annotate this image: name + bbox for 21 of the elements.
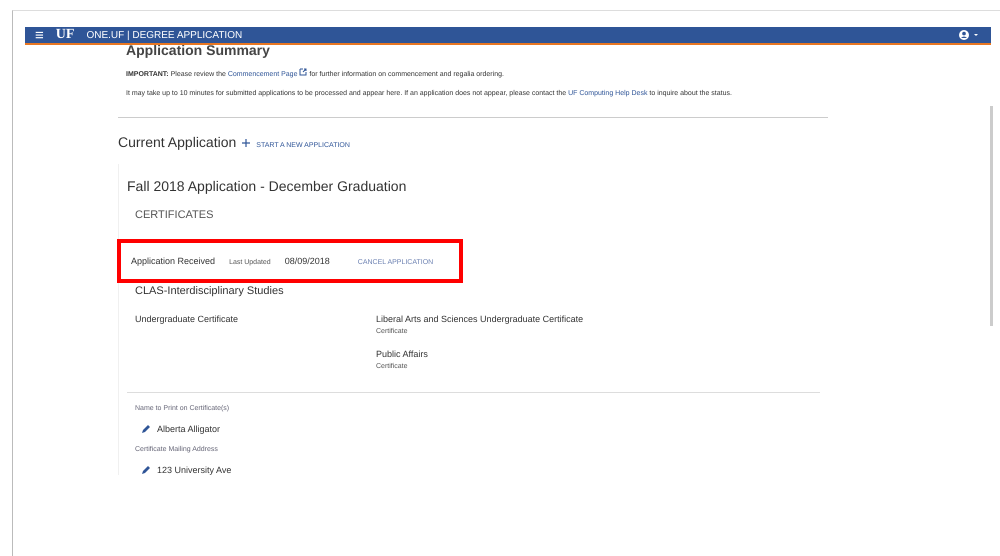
certificates-heading: CERTIFICATES <box>135 208 214 221</box>
external-link-icon <box>299 68 308 76</box>
pencil-icon[interactable] <box>141 464 151 475</box>
address-value: 123 University Ave <box>157 464 232 475</box>
section-heading: Application Summary <box>126 42 270 58</box>
program-name: CLAS-Interdisciplinary Studies <box>135 284 285 297</box>
plus-icon[interactable] <box>242 138 250 147</box>
user-icon[interactable] <box>959 30 981 40</box>
certificate-name: Liberal Arts and Sciences Undergraduate Certificate <box>376 314 584 324</box>
app-title: ONE.UF | DEGREE APPLICATION <box>86 30 242 40</box>
application-status: Application Received <box>131 256 216 266</box>
last-updated-date: 08/09/2018 <box>284 256 330 266</box>
current-application-heading: Current Application <box>118 134 236 150</box>
logo[interactable]: UF <box>56 27 74 43</box>
certificate-type: Undergraduate Certificate <box>135 314 240 326</box>
scrollbar[interactable] <box>990 106 993 326</box>
name-value: Alberta Alligator <box>157 424 220 434</box>
menu-icon[interactable]: ≡ <box>35 28 44 42</box>
application-title: Fall 2018 Application - December Graduation <box>127 178 408 194</box>
pencil-icon[interactable] <box>141 424 151 434</box>
certificate-name: Public Affairs <box>376 348 429 359</box>
